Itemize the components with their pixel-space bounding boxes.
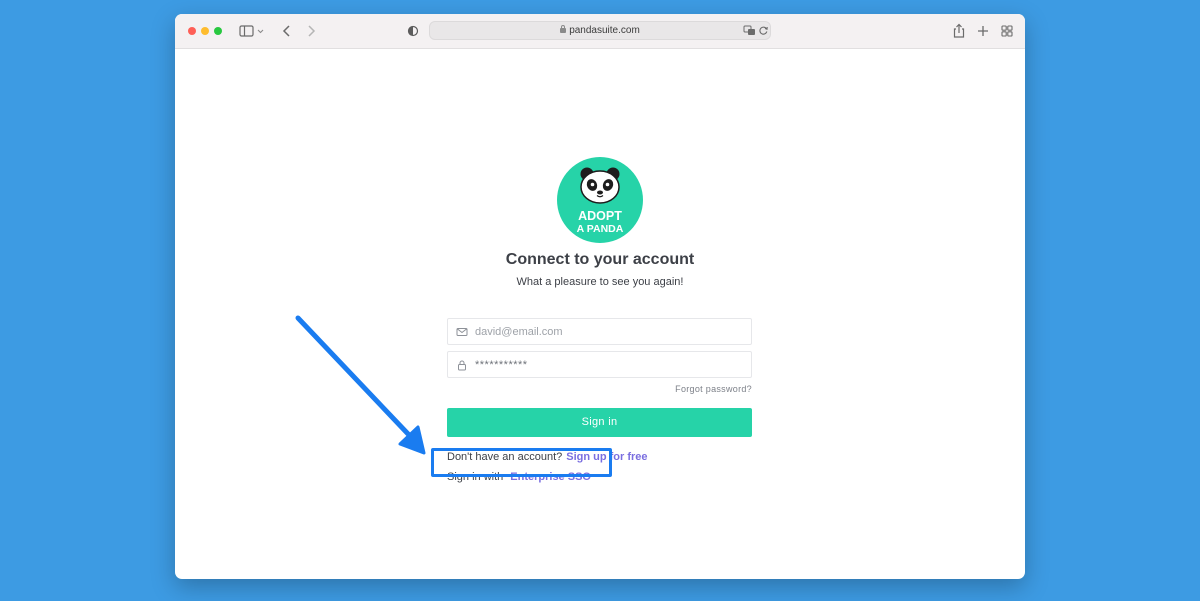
logo-text-line2: A PANDA	[577, 223, 624, 235]
back-button[interactable]	[279, 22, 295, 40]
email-input[interactable]	[475, 323, 735, 341]
zoom-window-button[interactable]	[214, 27, 222, 35]
lock-icon	[560, 25, 567, 33]
tab-overview-button[interactable]	[999, 22, 1015, 40]
email-field[interactable]	[447, 318, 752, 345]
privacy-report-button[interactable]	[405, 22, 421, 40]
translate-icon[interactable]	[743, 25, 757, 36]
envelope-icon	[456, 328, 468, 336]
address-url: pandasuite.com	[430, 25, 770, 36]
page-subtitle: What a pleasure to see you again!	[516, 276, 684, 288]
address-bar[interactable]: pandasuite.com	[429, 21, 771, 40]
sso-highlight-box	[431, 448, 612, 477]
sign-in-button[interactable]: Sign in	[447, 408, 752, 437]
password-field[interactable]	[447, 351, 752, 378]
close-window-button[interactable]	[188, 27, 196, 35]
page-content: ADOPT A PANDA Connect to your account Wh…	[175, 49, 1025, 579]
adopt-a-panda-logo: ADOPT A PANDA	[557, 157, 643, 243]
password-input[interactable]	[475, 356, 735, 374]
plus-icon	[978, 26, 988, 36]
share-button[interactable]	[951, 22, 967, 40]
shield-half-icon	[407, 25, 419, 37]
share-icon	[953, 23, 965, 38]
forward-button[interactable]	[303, 22, 319, 40]
new-tab-button[interactable]	[975, 22, 991, 40]
chevron-right-icon	[308, 25, 316, 37]
url-text: pandasuite.com	[569, 25, 640, 36]
browser-window: pandasuite.com ADOPT A PANDA Connect to …	[175, 14, 1025, 579]
minimize-window-button[interactable]	[201, 27, 209, 35]
chevron-left-icon	[282, 25, 290, 37]
page-title: Connect to your account	[505, 251, 695, 268]
logo-text-line1: ADOPT	[578, 209, 622, 223]
sidebar-toggle-button[interactable]	[238, 22, 266, 40]
lock-icon	[458, 360, 466, 371]
reload-icon[interactable]	[758, 25, 769, 36]
tab-overview-icon	[1001, 25, 1013, 37]
sidebar-icon	[239, 25, 264, 37]
browser-toolbar: pandasuite.com	[175, 14, 1025, 49]
forgot-password-link[interactable]: Forgot password?	[447, 384, 752, 394]
